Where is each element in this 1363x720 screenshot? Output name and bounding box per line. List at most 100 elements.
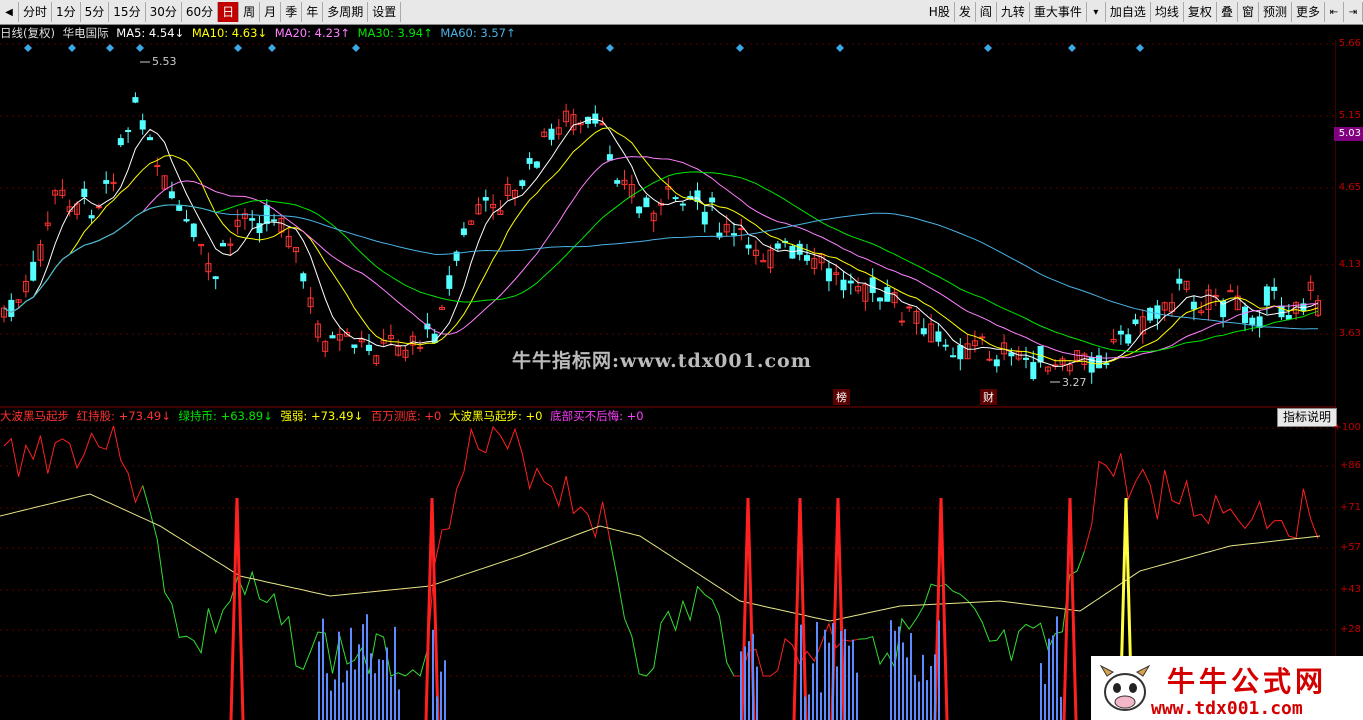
volume-bar xyxy=(852,639,854,720)
candle-body xyxy=(1023,357,1029,360)
signal-marker-0 xyxy=(24,44,32,52)
toolbar-button-9[interactable]: 窗 xyxy=(1238,2,1259,22)
volume-bar xyxy=(374,673,376,720)
strength-line-seg xyxy=(142,485,428,677)
volume-bar xyxy=(756,666,758,720)
candle-body xyxy=(606,154,613,161)
price-tick-1: 5.15 xyxy=(1338,110,1361,121)
volume-bar xyxy=(918,681,920,720)
volume-bar xyxy=(934,654,936,720)
toolbar-button-10[interactable]: 预测 xyxy=(1259,2,1292,22)
volume-bar xyxy=(1048,638,1050,720)
period-tab-10[interactable]: 年 xyxy=(302,2,324,22)
signal-marker-6 xyxy=(352,44,360,52)
prev-arrow-icon[interactable]: ⇤ xyxy=(1325,2,1344,22)
candle-body xyxy=(986,358,993,361)
toolbar-button-8[interactable]: 叠 xyxy=(1217,2,1238,22)
candle-body xyxy=(147,137,153,141)
candle-body xyxy=(906,306,913,309)
brand-url: www.tdx001.com xyxy=(1151,698,1303,719)
volume-bar xyxy=(394,626,396,720)
toolbar-button-3[interactable]: 九转 xyxy=(997,2,1030,22)
volume-bar xyxy=(744,646,746,720)
volume-bar xyxy=(326,673,328,720)
volume-bar xyxy=(898,626,900,720)
candle-body xyxy=(132,97,139,103)
volume-bar xyxy=(890,620,892,720)
back-arrow-icon[interactable]: ◀ xyxy=(0,2,19,22)
period-tab-0[interactable]: 分时 xyxy=(19,2,53,22)
candle-body xyxy=(1132,319,1139,325)
volume-bar xyxy=(910,633,912,720)
volume-bar xyxy=(354,669,356,720)
period-tab-11[interactable]: 多周期 xyxy=(323,2,369,22)
period-tab-3[interactable]: 15分 xyxy=(109,2,146,22)
toolbar-button-11[interactable]: 更多 xyxy=(1292,2,1325,22)
ma30-value: MA30: 3.94↑ xyxy=(357,26,433,40)
indicator-red: 红持股: +73.49↓ xyxy=(76,409,171,423)
candle-body xyxy=(957,345,964,360)
toolbar: ◀ 分时 1分 5分 15分 30分 60分日周月季年多周期 设置 H股发阎九转 重大事件 ▾ 加… xyxy=(0,0,1363,25)
indicator-help-button[interactable]: 指标说明 xyxy=(1277,408,1337,427)
candle-body xyxy=(30,261,37,281)
volume-bar xyxy=(386,647,388,720)
ind-tick-5: +28 xyxy=(1339,624,1361,635)
period-tab-7[interactable]: 周 xyxy=(239,2,261,22)
tag-bang: 榜 xyxy=(833,389,850,405)
candle-body xyxy=(979,336,986,339)
candle-body xyxy=(679,203,686,206)
candle-body xyxy=(125,129,132,132)
candle-body xyxy=(738,228,745,231)
candle-body xyxy=(103,180,110,184)
candle-body xyxy=(300,273,307,282)
candle-body xyxy=(190,223,197,238)
candle-body xyxy=(869,277,876,293)
toolbar-button-6[interactable]: 均线 xyxy=(1151,2,1184,22)
ind-tick-3: +57 xyxy=(1339,542,1361,553)
ma10-value: MA10: 4.63↓ xyxy=(191,26,268,40)
indicator-name: 大波黑马起步 xyxy=(0,409,69,423)
candle-body xyxy=(212,276,219,280)
period-tab-2[interactable]: 5分 xyxy=(81,2,110,22)
candle-body xyxy=(920,328,927,335)
candle-body xyxy=(745,244,752,249)
toolbar-button-7[interactable]: 复权 xyxy=(1184,2,1217,22)
period-tab-1[interactable]: 1分 xyxy=(52,2,81,22)
candle-body xyxy=(847,280,854,284)
period-tab-8[interactable]: 月 xyxy=(260,2,282,22)
volume-bar xyxy=(748,641,750,720)
candle-body xyxy=(1103,363,1110,366)
signal-marker-5 xyxy=(268,44,276,52)
candle-body xyxy=(533,161,540,168)
signal-marker-1 xyxy=(68,44,76,52)
buy-spike-6 xyxy=(1062,497,1078,720)
toolbar-button-0[interactable]: H股 xyxy=(925,2,955,22)
events-dropdown-icon[interactable]: ▾ xyxy=(1087,2,1106,22)
period-tab-12[interactable]: 设置 xyxy=(368,2,402,22)
period-tab-9[interactable]: 季 xyxy=(281,2,303,22)
low-label: 3.27 xyxy=(1062,376,1087,389)
price-tick-4: 4.13 xyxy=(1338,259,1361,270)
toolbar-button-2[interactable]: 阎 xyxy=(976,2,997,22)
toolbar-button-5[interactable]: 加自选 xyxy=(1106,2,1151,22)
period-tab-6[interactable]: 日 xyxy=(218,2,240,22)
volume-bar xyxy=(856,672,858,720)
candle-body xyxy=(1242,306,1248,324)
indicator-million: 百万测底: +0 xyxy=(370,409,442,423)
period-tab-4[interactable]: 30分 xyxy=(146,2,182,22)
next-arrow-icon[interactable]: ⇥ xyxy=(1344,2,1363,22)
volume-bar xyxy=(436,696,438,720)
volume-bar xyxy=(346,670,348,720)
candle-body xyxy=(774,243,781,249)
candle-body xyxy=(731,233,737,236)
candle-body xyxy=(1037,345,1044,363)
candle-body xyxy=(592,113,599,124)
candle-body xyxy=(1285,314,1292,320)
toolbar-button-1[interactable]: 发 xyxy=(955,2,976,22)
toolbar-button-4[interactable]: 重大事件 xyxy=(1030,2,1087,22)
candle-body xyxy=(877,297,883,302)
stock-name: 华电国际 xyxy=(62,26,109,40)
candle-body xyxy=(1125,334,1132,344)
period-tab-5[interactable]: 60分 xyxy=(182,2,219,22)
ind-tick-4: +43 xyxy=(1339,584,1361,595)
